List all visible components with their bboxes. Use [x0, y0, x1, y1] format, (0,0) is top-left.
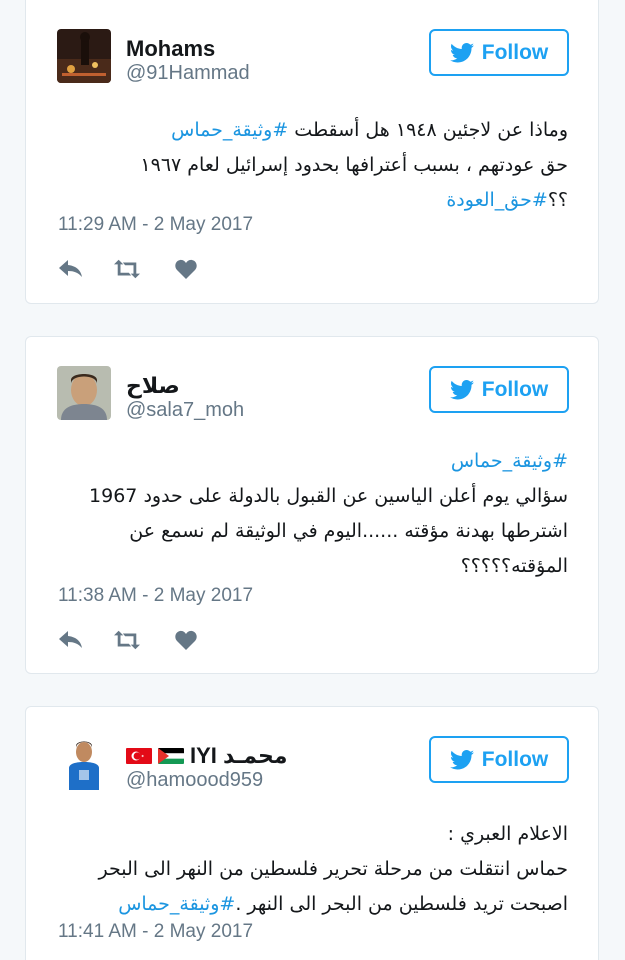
follow-button[interactable]: Follow: [429, 736, 569, 783]
tweet-card: IYI محمـد @hamoood959 Follow الاعلام الع…: [25, 706, 599, 960]
name-row: Mohams: [126, 34, 215, 64]
tweet-text: الاعلام العبري : حماس انتقلت من مرحلة تح…: [48, 817, 569, 922]
tweet-line: سؤالي يوم أعلن الياسين عن القبول بالدولة…: [48, 479, 568, 514]
hashtag-link[interactable]: #وثيقة_حماس: [171, 119, 288, 141]
follow-label: Follow: [481, 747, 549, 771]
retweet-icon[interactable]: [114, 629, 140, 651]
tweet-text: #وثيقة_حماس سؤالي يوم أعلن الياسين عن ال…: [48, 444, 568, 584]
turkey-flag-icon: [126, 748, 152, 764]
tweet-line: ؟؟#حق_العودة: [48, 183, 568, 218]
tweet-actions: [58, 258, 199, 280]
tweet-text: وماذا عن لاجئين ١٩٤٨ هل أسقطت #وثيقة_حما…: [48, 113, 568, 218]
hashtag-link[interactable]: #وثيقة_حماس: [451, 450, 568, 472]
tweet-line: اصبحت تريد فلسطين من البحر الى النهر .#و…: [48, 887, 568, 922]
tweet-card: Mohams @91Hammad Follow وماذا عن لاجئين …: [25, 0, 599, 304]
line-text: سؤالي يوم أعلن الياسين عن القبول بالدولة…: [89, 485, 568, 507]
heart-icon[interactable]: [173, 258, 199, 280]
tweet-line: حق عودتهم ، بسبب أعترافها بحدود إسرائيل …: [48, 148, 568, 183]
follow-label: Follow: [481, 377, 549, 401]
reply-icon[interactable]: [58, 629, 84, 651]
line-text: المؤقته؟؟؟؟؟: [460, 555, 568, 577]
line-text: وماذا عن لاجئين ١٩٤٨ هل أسقطت: [288, 119, 568, 141]
handle[interactable]: @sala7_moh: [126, 399, 244, 422]
line-text: الاعلام العبري :: [447, 823, 568, 845]
display-name[interactable]: صلاح: [126, 373, 180, 399]
tweet-line: وماذا عن لاجئين ١٩٤٨ هل أسقطت #وثيقة_حما…: [48, 113, 568, 148]
tweet-card: صلاح @sala7_moh Follow #وثيقة_حماس سؤالي…: [25, 336, 599, 674]
heart-icon[interactable]: [173, 629, 199, 651]
display-name[interactable]: Mohams: [126, 36, 215, 62]
avatar[interactable]: [57, 366, 111, 420]
avatar[interactable]: [57, 736, 111, 790]
hashtag-link[interactable]: #وثيقة_حماس: [118, 893, 235, 915]
display-name[interactable]: IYI محمـد: [190, 743, 287, 769]
handle[interactable]: @91Hammad: [126, 62, 250, 85]
timestamp[interactable]: 11:38 AM - 2 May 2017: [58, 585, 253, 607]
twitter-bird-icon: [449, 42, 474, 62]
tweet-line: حماس انتقلت من مرحلة تحرير فلسطين من الن…: [48, 852, 569, 887]
retweet-icon[interactable]: [114, 258, 140, 280]
tweet-line: المؤقته؟؟؟؟؟: [48, 549, 568, 584]
line-text: اصبحت تريد فلسطين من البحر الى النهر .: [235, 893, 568, 915]
tweet-actions: [58, 629, 199, 651]
twitter-bird-icon: [449, 379, 474, 399]
avatar[interactable]: [57, 29, 111, 83]
reply-icon[interactable]: [58, 258, 84, 280]
twitter-bird-icon: [449, 749, 474, 769]
line-text: حق عودتهم ، بسبب أعترافها بحدود إسرائيل …: [140, 154, 568, 176]
hashtag-link[interactable]: #حق_العودة: [446, 189, 547, 211]
follow-label: Follow: [481, 40, 549, 64]
line-text: حماس انتقلت من مرحلة تحرير فلسطين من الن…: [98, 858, 569, 880]
name-row: IYI محمـد: [126, 741, 287, 771]
follow-button[interactable]: Follow: [429, 29, 569, 76]
handle[interactable]: @hamoood959: [126, 769, 263, 792]
line-text: اشترطها بهدنة مؤقته ......اليوم في الوثي…: [129, 520, 568, 542]
follow-button[interactable]: Follow: [429, 366, 569, 413]
tweet-line: اشترطها بهدنة مؤقته ......اليوم في الوثي…: [48, 514, 568, 549]
line-text: ؟؟: [547, 189, 568, 211]
name-row: صلاح: [126, 371, 180, 401]
palestine-flag-icon: [158, 748, 184, 764]
tweet-line: الاعلام العبري :: [48, 817, 568, 852]
tweet-line: #وثيقة_حماس: [48, 444, 568, 479]
timestamp[interactable]: 11:41 AM - 2 May 2017: [58, 921, 253, 943]
timestamp[interactable]: 11:29 AM - 2 May 2017: [58, 214, 253, 236]
